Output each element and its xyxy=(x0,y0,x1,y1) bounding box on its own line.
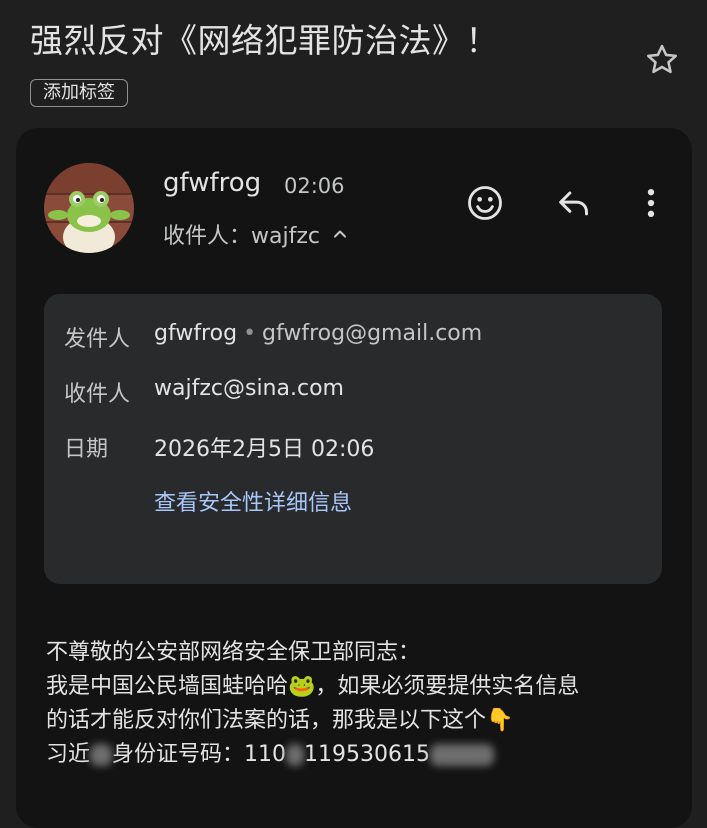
avatar[interactable] xyxy=(44,163,134,253)
body-line-2-text-a: 我是中国公民墙国蛙哈哈 xyxy=(46,674,289,699)
separator-dot: • xyxy=(243,321,257,346)
recipient-summary-text: 收件人：wajfzc xyxy=(163,224,320,249)
redacted-blur xyxy=(286,744,305,766)
body-line-4-text-c: 119530615 xyxy=(304,742,430,767)
reply-icon xyxy=(559,191,588,216)
message-body: 不尊敬的公安部网络安全保卫部同志： 我是中国公民墙国蛙哈哈🐸，如果必须要提供实名… xyxy=(46,636,686,772)
body-line-2-text-b: ，如果必须要提供实名信息 xyxy=(315,674,580,699)
security-details-link[interactable]: 查看安全性详细信息 xyxy=(154,485,352,517)
message-time: 02:06 xyxy=(284,174,345,198)
from-email[interactable]: gfwfrog@gmail.com xyxy=(262,321,482,346)
more-vert-icon xyxy=(647,189,655,217)
body-line-1: 不尊敬的公安部网络安全保卫部同志： xyxy=(46,640,421,665)
star-button[interactable] xyxy=(642,40,682,80)
to-value[interactable]: wajfzc@sina.com xyxy=(154,376,344,401)
from-value: gfwfrog • gfwfrog@gmail.com xyxy=(154,321,482,346)
frog-avatar-image xyxy=(44,163,134,253)
recipient-summary[interactable]: 收件人：wajfzc xyxy=(163,218,350,250)
date-value: 2026年2月5日 02:06 xyxy=(154,437,375,462)
email-subject: 强烈反对《网络犯罪防治法》！ xyxy=(30,21,499,60)
from-label: 发件人 xyxy=(64,327,131,352)
more-options-button[interactable] xyxy=(627,179,675,227)
pointing-down-emoji: 👇 xyxy=(486,708,514,733)
frog-emoji: 🐸 xyxy=(288,674,316,699)
body-line-2: 我是中国公民墙国蛙哈哈🐸，如果必须要提供实名信息 xyxy=(46,670,686,704)
from-name: gfwfrog xyxy=(154,321,238,346)
body-line-4: 习近 身份证号码：110 119530615 xyxy=(46,738,686,772)
add-label-chip[interactable]: 添加标签 xyxy=(30,79,128,107)
body-line-3: 的话才能反对你们法案的话，那我是以下这个👇 xyxy=(46,704,686,738)
body-line-4-text-b: 身份证号码：110 xyxy=(112,742,287,767)
sender-name: gfwfrog xyxy=(163,168,262,198)
to-label: 收件人 xyxy=(64,382,131,407)
chevron-up-icon xyxy=(333,230,346,238)
body-line-4-text-a: 习近 xyxy=(46,742,91,767)
add-reaction-button[interactable] xyxy=(461,179,509,227)
redacted-blur xyxy=(430,744,494,766)
add-reaction-icon xyxy=(468,186,502,220)
redacted-blur xyxy=(90,744,113,766)
reply-button[interactable] xyxy=(550,179,598,227)
star-outline-icon xyxy=(646,44,678,74)
date-label: 日期 xyxy=(64,437,109,462)
body-line-3-text: 的话才能反对你们法案的话，那我是以下这个 xyxy=(46,708,487,733)
